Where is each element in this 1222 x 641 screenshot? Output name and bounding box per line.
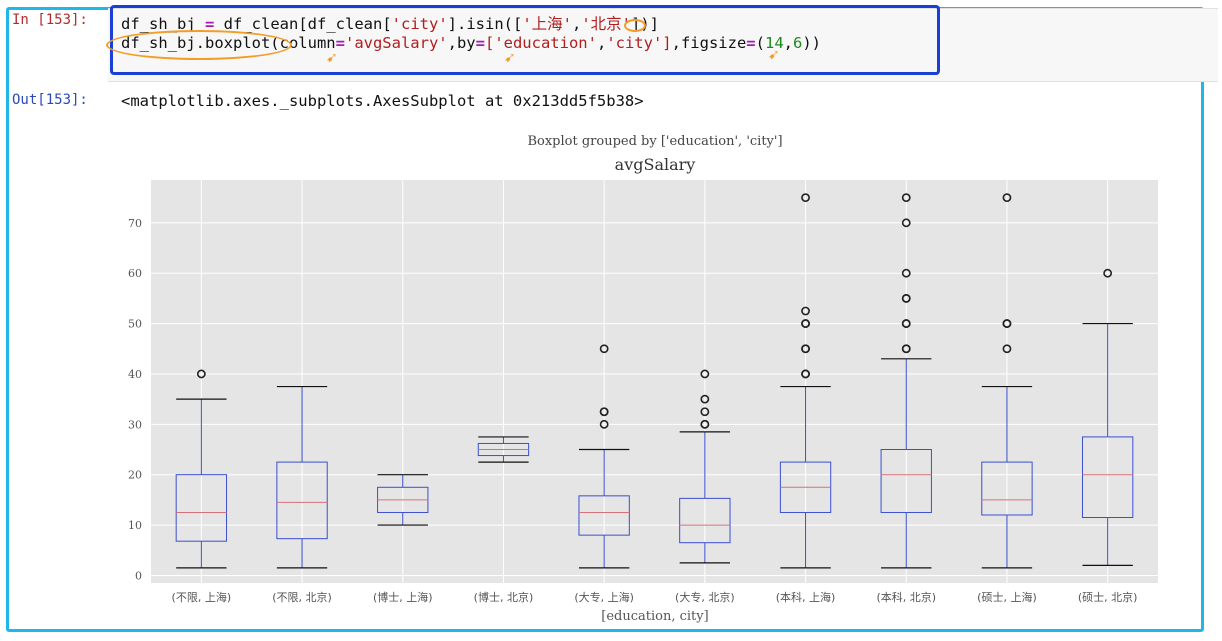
- x-tick-label: (博士, 北京): [474, 590, 534, 604]
- y-tick-label: 40: [128, 368, 142, 381]
- x-tick-label: (硕士, 北京): [1078, 590, 1138, 604]
- boxplot-chart: 0 10 20 30 40 50 60 70 (不限, 上海) (不限, 北京) (博士, 上海) (…: [128, 180, 1158, 604]
- y-tick-label: 60: [128, 267, 142, 280]
- x-tick-label: (硕士, 上海): [977, 590, 1037, 604]
- y-tick-label: 20: [128, 469, 142, 482]
- y-tick-label: 0: [135, 569, 142, 582]
- x-tick-label: (不限, 北京): [272, 590, 332, 604]
- x-tick-label: (大专, 北京): [675, 590, 735, 604]
- x-tick-label: (本科, 上海): [776, 590, 836, 604]
- x-tick-label: (不限, 上海): [172, 590, 232, 604]
- chart-xlabel: [education, city]: [601, 609, 709, 624]
- x-tick-label: (博士, 上海): [373, 590, 433, 604]
- x-tick-label: (本科, 北京): [876, 590, 936, 604]
- y-tick-label: 70: [128, 217, 142, 230]
- y-tick-label: 30: [128, 418, 142, 431]
- y-tick-label: 50: [128, 318, 142, 331]
- y-tick-label: 10: [128, 519, 142, 532]
- x-tick-label: (大专, 上海): [574, 590, 634, 604]
